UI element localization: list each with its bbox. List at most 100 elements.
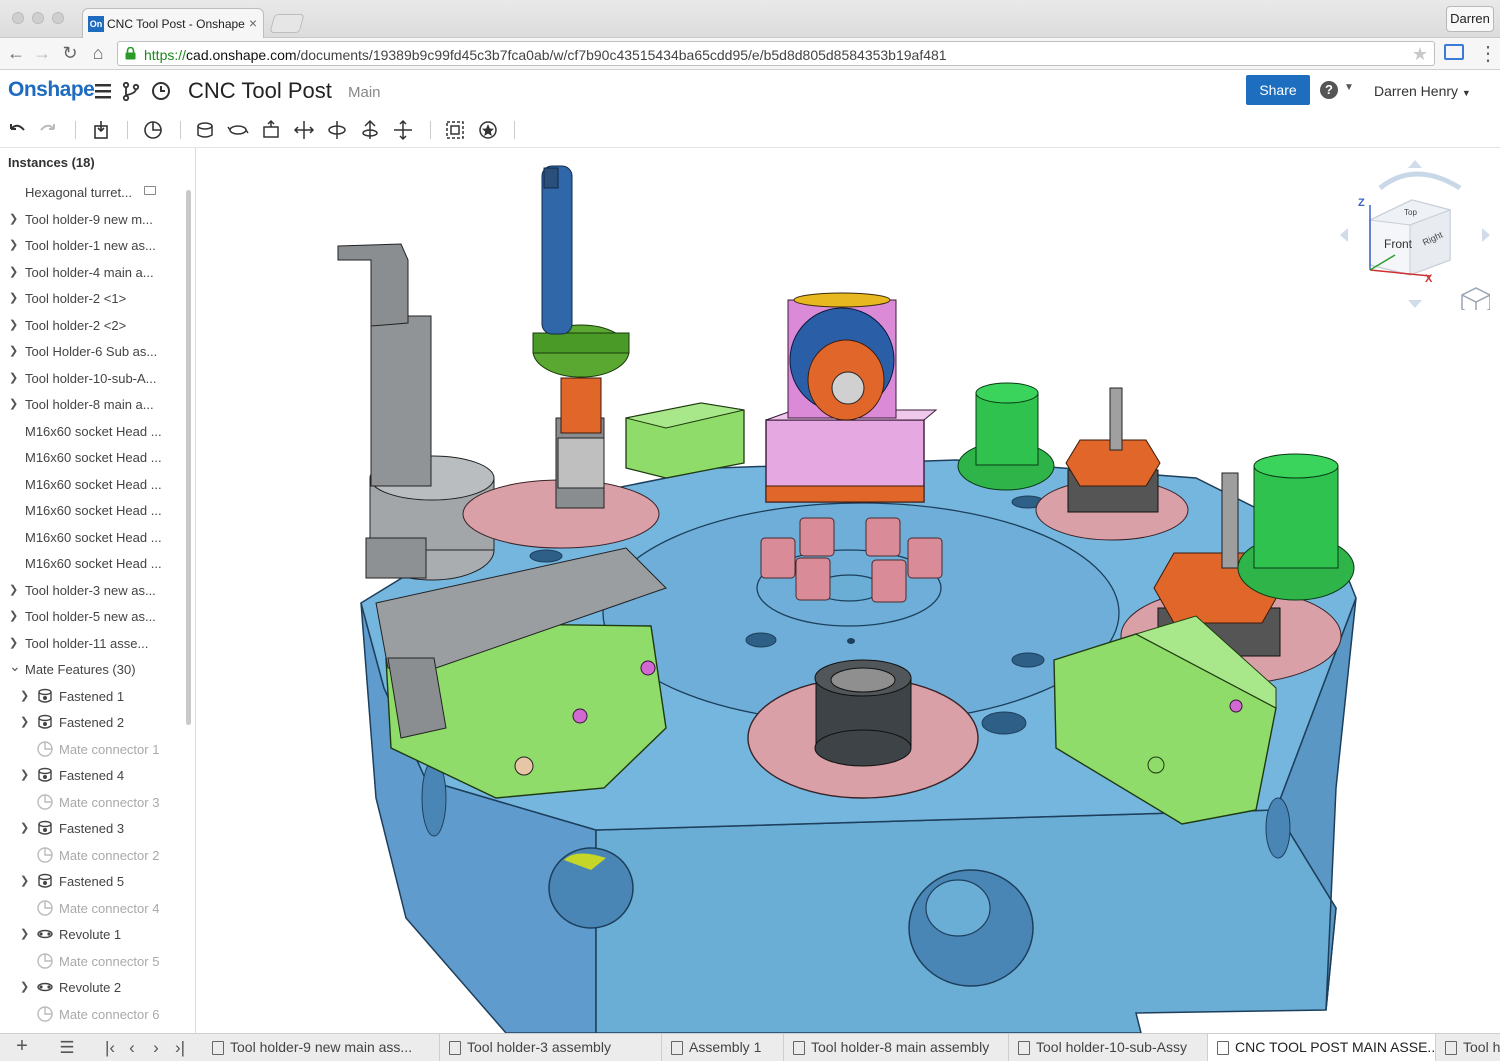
expand-chevron-icon[interactable]: ❯	[20, 980, 29, 993]
mate-row[interactable]: Mate connector 2	[0, 842, 190, 868]
instances-header[interactable]: Instances (18)	[8, 155, 95, 170]
instance-row[interactable]: ❯ Tool holder-11 asse...	[0, 630, 190, 656]
element-tab[interactable]: Tool holder-10-sub-Assy	[1009, 1034, 1208, 1061]
mate-row[interactable]: ❯ Revolute 1	[0, 921, 190, 947]
slider-mate-icon[interactable]	[260, 119, 282, 141]
mate-connector-icon[interactable]	[142, 119, 164, 141]
expand-chevron-icon[interactable]: ❯	[9, 291, 18, 304]
bookmark-star-icon[interactable]: ★	[1412, 44, 1428, 65]
reload-icon[interactable]: ↻	[59, 43, 81, 64]
collapse-chevron-icon[interactable]: ⌄	[9, 658, 21, 675]
small-green-block[interactable]	[625, 402, 745, 479]
fastened-mate-icon[interactable]	[194, 119, 216, 141]
hamburger-menu-icon[interactable]	[92, 80, 114, 102]
mate-row[interactable]: Mate connector 1	[0, 736, 190, 762]
previous-tab-icon[interactable]: ‹	[122, 1038, 142, 1058]
insert-part-icon[interactable]	[90, 119, 112, 141]
mate-row[interactable]: ❯ Fastened 1	[0, 683, 190, 709]
element-tab[interactable]: Tool holder-8 main assembly	[784, 1034, 1009, 1061]
rotate-right-arrow-icon[interactable]	[1482, 228, 1490, 242]
last-tab-icon[interactable]: ›|	[170, 1038, 190, 1058]
onshape-logo[interactable]: Onshape	[8, 78, 95, 102]
expand-chevron-icon[interactable]: ❯	[9, 636, 18, 649]
next-tab-icon[interactable]: ›	[146, 1038, 166, 1058]
window-minimize-button[interactable]	[32, 12, 44, 24]
instance-row[interactable]: M16x60 socket Head ...	[0, 471, 190, 497]
green-cylinder-holder-right[interactable]	[1237, 453, 1355, 601]
instance-row[interactable]: ❯ Tool holder-10-sub-A...	[0, 365, 190, 391]
branch-icon[interactable]	[120, 80, 142, 102]
blue-drill-holder[interactable]	[462, 165, 660, 549]
instance-row[interactable]: ❯ Tool holder-4 main a...	[0, 259, 190, 285]
browser-tab[interactable]: On CNC Tool Post - Onshape ×	[82, 8, 264, 39]
instance-row[interactable]: ❯ Tool holder-8 main a...	[0, 391, 190, 417]
orange-nut-holder-back[interactable]	[1035, 387, 1189, 541]
undo-icon[interactable]	[6, 119, 28, 141]
ball-mate-icon[interactable]	[392, 119, 414, 141]
orbit-arc-icon[interactable]	[1378, 171, 1462, 191]
expand-chevron-icon[interactable]: ❯	[9, 371, 18, 384]
panel-scrollbar[interactable]	[186, 190, 191, 725]
history-clock-icon[interactable]	[150, 80, 172, 102]
instance-row[interactable]: ❯ Tool holder-9 new m...	[0, 206, 190, 232]
instance-row[interactable]: ❯ Tool holder-1 new as...	[0, 232, 190, 258]
mate-row[interactable]: ❯ Fastened 4	[0, 762, 190, 788]
tab-list-icon[interactable]: ☰	[57, 1038, 77, 1058]
help-icon[interactable]: ?	[1320, 81, 1338, 99]
back-arrow-icon[interactable]: ←	[5, 43, 27, 64]
forward-arrow-icon[interactable]: →	[31, 43, 53, 64]
mate-row[interactable]: Mate connector 3	[0, 789, 190, 815]
view-cube[interactable]: Front Right Top Z X	[1340, 160, 1490, 310]
mate-row[interactable]: ❯ Fastened 5	[0, 868, 190, 894]
element-tab[interactable]: CNC TOOL POST MAIN ASSE...	[1208, 1034, 1436, 1061]
pink-live-tool-holder[interactable]	[765, 292, 938, 503]
mate-row[interactable]: ❯ Fastened 2	[0, 709, 190, 735]
mate-features-header[interactable]: ⌄ Mate Features (30)	[0, 656, 190, 682]
user-menu[interactable]: Darren Henry ▼	[1374, 83, 1471, 99]
expand-chevron-icon[interactable]: ❯	[20, 689, 29, 702]
instance-row[interactable]: M16x60 socket Head ...	[0, 444, 190, 470]
revolute-mate-icon[interactable]	[227, 119, 249, 141]
instance-row[interactable]: M16x60 socket Head ...	[0, 524, 190, 550]
address-bar[interactable]: https://cad.onshape.com/documents/19389b…	[117, 41, 1435, 66]
left-boring-bar-holder[interactable]	[337, 243, 495, 581]
expand-chevron-icon[interactable]: ❯	[20, 821, 29, 834]
browser-menu-icon[interactable]: ⋮	[1478, 38, 1498, 70]
top-face-label[interactable]: Top	[1404, 208, 1417, 217]
expand-chevron-icon[interactable]: ❯	[20, 715, 29, 728]
element-tab[interactable]: Tool h	[1436, 1034, 1500, 1061]
expand-chevron-icon[interactable]: ❯	[9, 397, 18, 410]
planar-mate-icon[interactable]	[293, 119, 315, 141]
mate-row[interactable]: Mate connector 6	[0, 1001, 190, 1027]
element-tab[interactable]: Tool holder-9 new main ass...	[203, 1034, 440, 1061]
assembly-model-render[interactable]	[196, 148, 1500, 1033]
cylindrical-mate-icon[interactable]	[326, 119, 348, 141]
expand-chevron-icon[interactable]: ❯	[9, 212, 18, 225]
browser-profile-button[interactable]: Darren	[1446, 6, 1494, 32]
instance-row[interactable]: ❯ Tool Holder-6 Sub as...	[0, 338, 190, 364]
view-menu-cube-icon[interactable]	[1461, 287, 1490, 310]
instance-row[interactable]: ❯ Tool holder-3 new as...	[0, 577, 190, 603]
mate-row[interactable]: Mate connector 4	[0, 895, 190, 921]
instance-row[interactable]: Hexagonal turret...	[0, 179, 190, 205]
share-button[interactable]: Share	[1246, 75, 1310, 105]
instance-row[interactable]: ❯ Tool holder-5 new as...	[0, 603, 190, 629]
instance-row[interactable]: M16x60 socket Head ...	[0, 497, 190, 523]
new-tab-button[interactable]	[269, 14, 305, 33]
element-tab[interactable]: Tool holder-3 assembly	[440, 1034, 662, 1061]
redo-icon[interactable]	[37, 119, 59, 141]
home-icon[interactable]: ⌂	[87, 43, 109, 64]
expand-chevron-icon[interactable]: ❯	[20, 768, 29, 781]
expand-chevron-icon[interactable]: ❯	[9, 609, 18, 622]
help-caret-icon[interactable]: ▼	[1344, 82, 1354, 93]
workspace-name[interactable]: Main	[348, 84, 381, 101]
mate-row[interactable]: ❯ Revolute 2	[0, 974, 190, 1000]
tab-close-icon[interactable]: ×	[249, 15, 257, 31]
mate-row[interactable]: Mate connector 5	[0, 948, 190, 974]
named-position-icon[interactable]	[477, 119, 499, 141]
expand-chevron-icon[interactable]: ❯	[20, 927, 29, 940]
instance-row[interactable]: ❯ Tool holder-2 <2>	[0, 312, 190, 338]
first-tab-icon[interactable]: |‹	[100, 1038, 120, 1058]
expand-chevron-icon[interactable]: ❯	[9, 238, 18, 251]
rotate-left-arrow-icon[interactable]	[1340, 228, 1348, 242]
